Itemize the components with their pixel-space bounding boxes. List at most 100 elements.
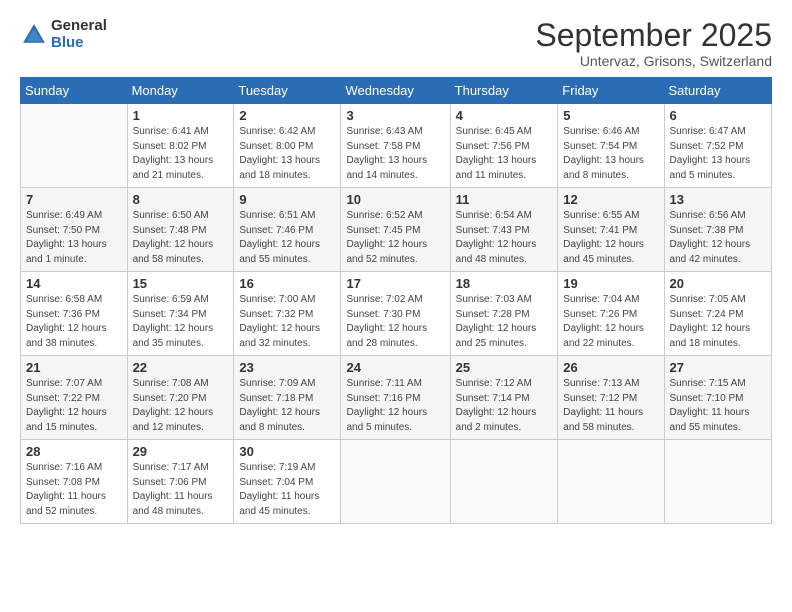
page: General Blue September 2025 Untervaz, Gr…	[0, 0, 792, 612]
month-title: September 2025	[535, 18, 772, 53]
day-info: Sunrise: 6:43 AMSunset: 7:58 PMDaylight:…	[346, 125, 444, 183]
day-number: 30	[239, 444, 335, 459]
calendar-cell: 16 Sunrise: 7:00 AMSunset: 7:32 PMDayligh…	[234, 272, 341, 356]
day-info: Sunrise: 7:13 AMSunset: 7:12 PMDaylight:…	[563, 377, 658, 435]
day-number: 12	[563, 192, 658, 207]
day-number: 14	[26, 276, 122, 291]
day-number: 29	[133, 444, 229, 459]
logo-icon	[20, 21, 48, 49]
day-number: 8	[133, 192, 229, 207]
col-header-monday: Monday	[127, 78, 234, 104]
day-number: 9	[239, 192, 335, 207]
calendar-cell: 1 Sunrise: 6:41 AMSunset: 8:02 PMDaylight…	[127, 104, 234, 188]
calendar-cell	[450, 440, 558, 524]
calendar-cell	[341, 440, 450, 524]
logo-text: General Blue	[51, 18, 107, 51]
day-info: Sunrise: 6:47 AMSunset: 7:52 PMDaylight:…	[670, 125, 766, 183]
calendar-cell: 27 Sunrise: 7:15 AMSunset: 7:10 PMDayligh…	[664, 356, 771, 440]
calendar-week-row: 7Sunrise: 6:49 AMSunset: 7:50 PMDaylight…	[21, 188, 772, 272]
day-number: 24	[346, 360, 444, 375]
col-header-thursday: Thursday	[450, 78, 558, 104]
day-info: Sunrise: 7:08 AMSunset: 7:20 PMDaylight:…	[133, 377, 229, 435]
day-info: Sunrise: 7:15 AMSunset: 7:10 PMDaylight:…	[670, 377, 766, 435]
logo-blue-text: Blue	[51, 35, 107, 52]
calendar-cell: 23 Sunrise: 7:09 AMSunset: 7:18 PMDayligh…	[234, 356, 341, 440]
calendar-cell	[558, 440, 664, 524]
col-header-friday: Friday	[558, 78, 664, 104]
calendar-cell: 30 Sunrise: 7:19 AMSunset: 7:04 PMDayligh…	[234, 440, 341, 524]
day-info: Sunrise: 6:56 AMSunset: 7:38 PMDaylight:…	[670, 209, 766, 267]
col-header-sunday: Sunday	[21, 78, 128, 104]
day-number: 21	[26, 360, 122, 375]
day-number: 6	[670, 108, 766, 123]
calendar-week-row: 1 Sunrise: 6:41 AMSunset: 8:02 PMDaylight…	[21, 104, 772, 188]
logo: General Blue	[20, 18, 107, 51]
day-number: 23	[239, 360, 335, 375]
calendar-cell: 4Sunrise: 6:45 AMSunset: 7:56 PMDaylight…	[450, 104, 558, 188]
calendar-cell: 13 Sunrise: 6:56 AMSunset: 7:38 PMDayligh…	[664, 188, 771, 272]
day-number: 18	[456, 276, 553, 291]
day-info: Sunrise: 7:16 AMSunset: 7:08 PMDaylight:…	[26, 461, 122, 519]
day-info: Sunrise: 7:09 AMSunset: 7:18 PMDaylight:…	[239, 377, 335, 435]
col-header-tuesday: Tuesday	[234, 78, 341, 104]
day-info: Sunrise: 7:12 AMSunset: 7:14 PMDaylight:…	[456, 377, 553, 435]
day-info: Sunrise: 6:52 AMSunset: 7:45 PMDaylight:…	[346, 209, 444, 267]
calendar-cell: 17 Sunrise: 7:02 AMSunset: 7:30 PMDayligh…	[341, 272, 450, 356]
day-info: Sunrise: 7:04 AMSunset: 7:26 PMDaylight:…	[563, 293, 658, 351]
header: General Blue September 2025 Untervaz, Gr…	[20, 18, 772, 69]
day-number: 1	[133, 108, 229, 123]
calendar-cell: 20 Sunrise: 7:05 AMSunset: 7:24 PMDayligh…	[664, 272, 771, 356]
day-number: 25	[456, 360, 553, 375]
calendar-cell: 11 Sunrise: 6:54 AMSunset: 7:43 PMDayligh…	[450, 188, 558, 272]
calendar-cell: 24 Sunrise: 7:11 AMSunset: 7:16 PMDayligh…	[341, 356, 450, 440]
calendar-cell: 19Sunrise: 7:04 AMSunset: 7:26 PMDayligh…	[558, 272, 664, 356]
day-info: Sunrise: 6:51 AMSunset: 7:46 PMDaylight:…	[239, 209, 335, 267]
day-number: 16	[239, 276, 335, 291]
calendar-cell: 10 Sunrise: 6:52 AMSunset: 7:45 PMDayligh…	[341, 188, 450, 272]
day-info: Sunrise: 7:07 AMSunset: 7:22 PMDaylight:…	[26, 377, 122, 435]
day-info: Sunrise: 6:50 AMSunset: 7:48 PMDaylight:…	[133, 209, 229, 267]
calendar-cell: 21 Sunrise: 7:07 AMSunset: 7:22 PMDayligh…	[21, 356, 128, 440]
calendar-cell: 8 Sunrise: 6:50 AMSunset: 7:48 PMDaylight…	[127, 188, 234, 272]
day-info: Sunrise: 6:46 AMSunset: 7:54 PMDaylight:…	[563, 125, 658, 183]
day-number: 20	[670, 276, 766, 291]
day-number: 28	[26, 444, 122, 459]
calendar-cell	[21, 104, 128, 188]
day-info: Sunrise: 7:05 AMSunset: 7:24 PMDaylight:…	[670, 293, 766, 351]
day-number: 3	[346, 108, 444, 123]
day-info: Sunrise: 7:11 AMSunset: 7:16 PMDaylight:…	[346, 377, 444, 435]
col-header-saturday: Saturday	[664, 78, 771, 104]
calendar-cell: 18 Sunrise: 7:03 AMSunset: 7:28 PMDayligh…	[450, 272, 558, 356]
day-number: 2	[239, 108, 335, 123]
day-info: Sunrise: 6:41 AMSunset: 8:02 PMDaylight:…	[133, 125, 229, 183]
day-number: 7	[26, 192, 122, 207]
calendar-cell: 28 Sunrise: 7:16 AMSunset: 7:08 PMDayligh…	[21, 440, 128, 524]
day-number: 11	[456, 192, 553, 207]
calendar-header-row: SundayMondayTuesdayWednesdayThursdayFrid…	[21, 78, 772, 104]
calendar-cell: 25 Sunrise: 7:12 AMSunset: 7:14 PMDayligh…	[450, 356, 558, 440]
title-area: September 2025 Untervaz, Grisons, Switze…	[535, 18, 772, 69]
day-number: 27	[670, 360, 766, 375]
day-info: Sunrise: 6:58 AMSunset: 7:36 PMDaylight:…	[26, 293, 122, 351]
day-number: 13	[670, 192, 766, 207]
day-info: Sunrise: 7:00 AMSunset: 7:32 PMDaylight:…	[239, 293, 335, 351]
day-info: Sunrise: 7:02 AMSunset: 7:30 PMDaylight:…	[346, 293, 444, 351]
calendar-week-row: 14 Sunrise: 6:58 AMSunset: 7:36 PMDayligh…	[21, 272, 772, 356]
day-info: Sunrise: 7:19 AMSunset: 7:04 PMDaylight:…	[239, 461, 335, 519]
calendar-cell: 7Sunrise: 6:49 AMSunset: 7:50 PMDaylight…	[21, 188, 128, 272]
day-number: 10	[346, 192, 444, 207]
calendar-cell: 14 Sunrise: 6:58 AMSunset: 7:36 PMDayligh…	[21, 272, 128, 356]
day-number: 17	[346, 276, 444, 291]
day-info: Sunrise: 6:54 AMSunset: 7:43 PMDaylight:…	[456, 209, 553, 267]
calendar-cell: 26 Sunrise: 7:13 AMSunset: 7:12 PMDayligh…	[558, 356, 664, 440]
day-info: Sunrise: 7:17 AMSunset: 7:06 PMDaylight:…	[133, 461, 229, 519]
day-info: Sunrise: 6:42 AMSunset: 8:00 PMDaylight:…	[239, 125, 335, 183]
day-info: Sunrise: 7:03 AMSunset: 7:28 PMDaylight:…	[456, 293, 553, 351]
day-info: Sunrise: 6:55 AMSunset: 7:41 PMDaylight:…	[563, 209, 658, 267]
day-number: 22	[133, 360, 229, 375]
calendar-week-row: 21 Sunrise: 7:07 AMSunset: 7:22 PMDayligh…	[21, 356, 772, 440]
day-number: 26	[563, 360, 658, 375]
calendar-table: SundayMondayTuesdayWednesdayThursdayFrid…	[20, 77, 772, 524]
day-number: 5	[563, 108, 658, 123]
day-info: Sunrise: 6:59 AMSunset: 7:34 PMDaylight:…	[133, 293, 229, 351]
